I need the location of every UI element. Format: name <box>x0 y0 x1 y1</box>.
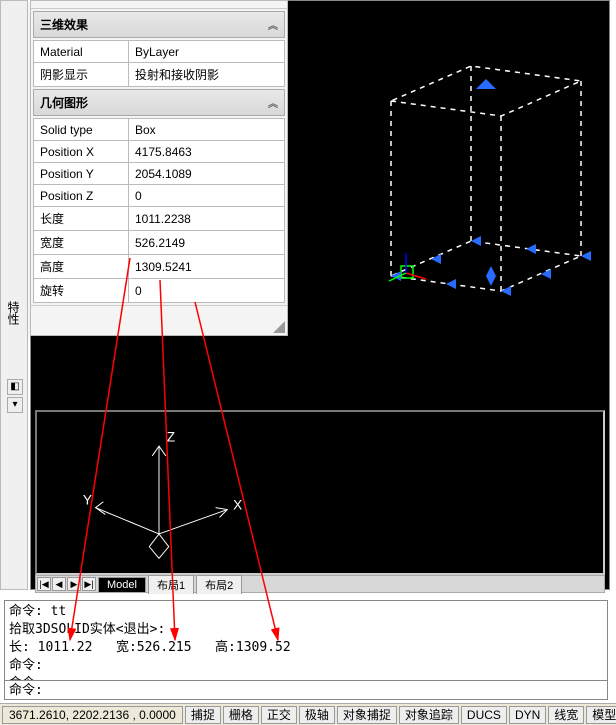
prop-label: Position X <box>34 141 129 163</box>
status-btn-ducs[interactable]: DUCS <box>461 706 507 724</box>
props-3d-effects: MaterialByLayer 阴影显示投射和接收阴影 <box>33 40 285 87</box>
prop-label: 阴影显示 <box>34 63 129 87</box>
palette-title-vertical: 特性 <box>5 301 22 325</box>
prop-row: Position X4175.8463 <box>34 141 285 163</box>
svg-text:X: X <box>233 498 242 513</box>
tab-nav-last[interactable]: ▶| <box>82 577 96 591</box>
viewport[interactable]: Z X Y <box>35 410 605 575</box>
section-header-3d-effects[interactable]: 三维效果 ︽ <box>33 11 285 38</box>
cmd-output-width: 宽:526.215 <box>116 640 192 655</box>
section-header-geometry[interactable]: 几何图形 ︽ <box>33 89 285 116</box>
prop-row: 宽度526.2149 <box>34 231 285 255</box>
prop-label: Position Z <box>34 185 129 207</box>
status-btn-lwt[interactable]: 线宽 <box>548 706 584 724</box>
status-btn-grid[interactable]: 栅格 <box>223 706 259 724</box>
prop-label: Material <box>34 41 129 63</box>
cmd-output-height: 高:1309.52 <box>215 640 291 655</box>
tab-nav-first[interactable]: |◀ <box>37 577 51 591</box>
prop-row: 高度1309.5241 <box>34 255 285 279</box>
section-title: 几何图形 <box>40 94 88 111</box>
status-coordinates[interactable]: 3671.2610, 2202.2136 , 0.0000 <box>2 706 183 724</box>
prop-row: 阴影显示投射和接收阴影 <box>34 63 285 87</box>
status-btn-osnap[interactable]: 对象捕捉 <box>337 706 397 724</box>
prop-row: MaterialByLayer <box>34 41 285 63</box>
prop-row: Solid typeBox <box>34 119 285 141</box>
palette-options-button[interactable]: ▾ <box>7 397 23 413</box>
command-prompt-label: 命令: <box>9 683 43 698</box>
palette-pin-button[interactable]: ◧ <box>7 379 23 395</box>
tab-model[interactable]: Model <box>98 577 146 592</box>
prop-value[interactable]: 2054.1089 <box>129 163 285 185</box>
prop-row: 长度1011.2238 <box>34 207 285 231</box>
props-geometry: Solid typeBox Position X4175.8463 Positi… <box>33 118 285 303</box>
prop-label: 长度 <box>34 207 129 231</box>
prop-row: Position Y2054.1089 <box>34 163 285 185</box>
status-btn-snap[interactable]: 捕捉 <box>185 706 221 724</box>
prop-value[interactable]: 1011.2238 <box>129 207 285 231</box>
command-input[interactable]: 命令: <box>4 680 608 700</box>
status-bar: 3671.2610, 2202.2136 , 0.0000 捕捉 栅格 正交 极… <box>0 703 616 725</box>
prop-label: 高度 <box>34 255 129 279</box>
status-btn-model[interactable]: 模型 <box>586 706 616 724</box>
panel-resize-grip[interactable] <box>31 305 287 335</box>
status-btn-dyn[interactable]: DYN <box>509 706 546 724</box>
solid-box-preview <box>331 41 611 321</box>
prop-value[interactable]: 投射和接收阴影 <box>129 63 285 87</box>
cmd-line: 命令: <box>9 658 43 673</box>
prop-value[interactable]: 0 <box>129 185 285 207</box>
prop-value[interactable]: 526.2149 <box>129 231 285 255</box>
status-btn-ortho[interactable]: 正交 <box>261 706 297 724</box>
ucs-axes-icon: Z X Y <box>37 412 603 573</box>
status-btn-otrack[interactable]: 对象追踪 <box>399 706 459 724</box>
tab-layout1[interactable]: 布局1 <box>148 575 194 594</box>
properties-panel: 三维效果 ︽ MaterialByLayer 阴影显示投射和接收阴影 几何图形 … <box>30 0 288 336</box>
cmd-line: 命令: tt <box>9 604 66 619</box>
prop-value[interactable]: 4175.8463 <box>129 141 285 163</box>
section-title: 三维效果 <box>40 16 88 33</box>
prop-value[interactable]: ByLayer <box>129 41 285 63</box>
status-btn-polar[interactable]: 极轴 <box>299 706 335 724</box>
chevron-up-icon: ︽ <box>268 95 278 110</box>
prop-label: 旋转 <box>34 279 129 303</box>
prop-label: Solid type <box>34 119 129 141</box>
tab-layout2[interactable]: 布局2 <box>196 575 242 594</box>
prop-label: 宽度 <box>34 231 129 255</box>
prop-row: 旋转0 <box>34 279 285 303</box>
cmd-line: 拾取3DSOLID实体<退出>: <box>9 622 165 637</box>
tab-nav-next[interactable]: ▶ <box>67 577 81 591</box>
layout-tab-bar: |◀ ◀ ▶ ▶| Model 布局1 布局2 <box>35 575 605 593</box>
prop-row: Position Z0 <box>34 185 285 207</box>
svg-text:Z: Z <box>167 429 175 444</box>
prop-value[interactable]: 1309.5241 <box>129 255 285 279</box>
svg-text:Y: Y <box>83 493 92 508</box>
side-palette-bar: 特性 ◧ ▾ <box>0 0 28 590</box>
prop-value[interactable]: Box <box>129 119 285 141</box>
prop-label: Position Y <box>34 163 129 185</box>
tab-nav-prev[interactable]: ◀ <box>52 577 66 591</box>
chevron-up-icon: ︽ <box>268 17 278 32</box>
cmd-output-length: 长: 1011.22 <box>9 640 92 655</box>
prop-value[interactable]: 0 <box>129 279 285 303</box>
